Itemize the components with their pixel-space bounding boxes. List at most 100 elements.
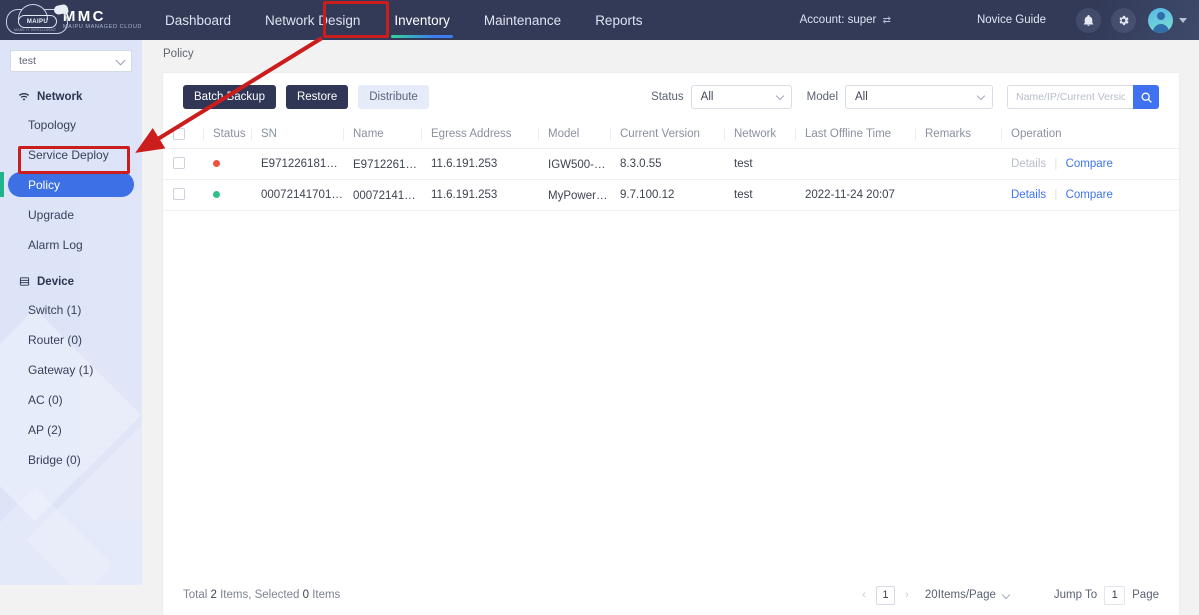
row-egress-address: 11.6.191.253: [421, 148, 538, 180]
table-header-model: Model: [538, 121, 610, 149]
table-row[interactable]: E971226181500007 E971226181⋯ 11.6.191.25…: [163, 148, 1179, 180]
sidebar-item-alarm-log[interactable]: Alarm Log: [8, 232, 134, 257]
page-number-1[interactable]: 1: [875, 585, 895, 605]
row-name: E971226181⋯: [343, 148, 421, 180]
nav-item-maintenance[interactable]: Maintenance: [467, 0, 578, 40]
table-header-network: Network: [724, 121, 795, 149]
row-status-cell: [203, 148, 251, 180]
select-all-checkbox[interactable]: [173, 128, 185, 141]
sidebar-item-router[interactable]: Router (0): [8, 327, 134, 352]
sidebar-item-gateway[interactable]: Gateway (1): [8, 357, 134, 382]
search-box: [1007, 85, 1159, 109]
total-count: 2: [210, 589, 217, 601]
table-footer: Total 2 Items, Selected 0 Items ‹ 1 › 20…: [163, 575, 1179, 615]
chevron-down-icon: [775, 91, 784, 101]
compare-link[interactable]: Compare: [1066, 189, 1113, 201]
batch-backup-button[interactable]: Batch Backup: [183, 85, 276, 109]
main-content: Policy Batch Backup Restore Distribute S…: [142, 40, 1199, 615]
row-network: test: [724, 148, 795, 180]
chevron-down-icon: [1001, 590, 1011, 600]
breadcrumb: Policy: [163, 47, 194, 60]
sidebar-group-header-device: Device: [0, 271, 142, 292]
status-filter-select[interactable]: All: [690, 85, 792, 109]
brand-name: MMC: [62, 8, 106, 26]
sidebar-item-ac[interactable]: AC (0): [8, 387, 134, 412]
sidebar-item-upgrade[interactable]: Upgrade: [8, 202, 134, 227]
table-row[interactable]: 0007214170100004 0007214170⋯ 11.6.191.25…: [163, 179, 1179, 211]
search-input[interactable]: [1007, 85, 1133, 109]
bell-icon[interactable]: [1076, 7, 1101, 33]
account-switcher[interactable]: Account: super ⇄: [800, 14, 891, 26]
restore-button[interactable]: Restore: [285, 85, 349, 109]
table-header-last-offline-time: Last Offline Time: [795, 121, 915, 149]
cloud-logo-icon: MAIPU MAKE IT INTELLIGENT: [6, 3, 69, 37]
logo-mark-subtext: MAKE IT INTELLIGENT: [14, 28, 57, 32]
row-remarks: [915, 179, 1001, 211]
chevron-down-icon: [1179, 17, 1187, 23]
policy-table: Status SN Name Egress Address Model Curr…: [163, 121, 1179, 211]
row-network: test: [724, 179, 795, 211]
avatar: [1148, 7, 1173, 33]
row-checkbox-cell: [163, 148, 203, 180]
nav-item-inventory[interactable]: Inventory: [377, 0, 467, 40]
selection-summary: Total 2 Items, Selected 0 Items: [183, 589, 341, 601]
row-sn: 0007214170100004: [251, 179, 343, 211]
prev-page-button[interactable]: ‹: [856, 585, 872, 605]
header-right-tools: Account: super ⇄ Novice Guide: [800, 0, 1199, 40]
page-label: Page: [1132, 589, 1159, 601]
row-last-offline-time: [795, 148, 915, 180]
nav-item-dashboard[interactable]: Dashboard: [148, 0, 248, 40]
toolbar: Batch Backup Restore Distribute Status A…: [163, 73, 1179, 121]
table-header-row: Status SN Name Egress Address Model Curr…: [163, 121, 1179, 149]
app-logo[interactable]: MAIPU MAKE IT INTELLIGENT MMC MAIPU MANA…: [0, 0, 142, 40]
details-link: Details: [1011, 157, 1047, 170]
logo-mark-text: MAIPU: [26, 18, 49, 25]
row-remarks: [915, 148, 1001, 180]
row-last-offline-time: 2022-11-24 20:07: [795, 179, 915, 211]
brand-tagline: MAIPU MANAGED CLOUD: [62, 23, 142, 30]
sidebar-item-topology[interactable]: Topology: [8, 112, 134, 137]
chevron-down-icon: [976, 91, 986, 101]
site-selector-value: test: [19, 55, 36, 67]
table-header-sn: SN: [251, 121, 343, 149]
gear-icon[interactable]: [1111, 7, 1136, 33]
wifi-icon: [18, 91, 30, 103]
operation-separator: |: [1054, 188, 1058, 201]
search-button[interactable]: [1133, 85, 1159, 109]
jump-to-input[interactable]: [1104, 585, 1126, 605]
site-selector[interactable]: test: [10, 50, 132, 72]
row-sn: E971226181500007: [251, 148, 343, 180]
row-checkbox[interactable]: [173, 188, 185, 201]
compare-link[interactable]: Compare: [1066, 158, 1113, 170]
sidebar-item-ap[interactable]: AP (2): [8, 417, 134, 442]
row-status-cell: [203, 179, 251, 211]
row-operation: Details | Compare: [1001, 179, 1179, 211]
jump-to-label: Jump To: [1053, 589, 1098, 601]
sidebar-item-service-deploy[interactable]: Service Deploy: [8, 142, 134, 167]
swap-icon: ⇄: [882, 15, 891, 26]
page-size-select[interactable]: 20Items/Page: [925, 589, 1011, 601]
model-filter-select[interactable]: All: [845, 85, 993, 109]
sidebar-item-switch[interactable]: Switch (1): [8, 297, 134, 322]
table-header-status: Status: [203, 121, 251, 149]
sidebar-item-bridge[interactable]: Bridge (0): [8, 447, 134, 472]
model-filter-value: All: [855, 91, 868, 103]
nav-item-network-design[interactable]: Network Design: [248, 0, 377, 40]
table-header-egress-address: Egress Address: [421, 121, 538, 149]
next-page-button[interactable]: ›: [899, 585, 915, 605]
distribute-button[interactable]: Distribute: [358, 85, 429, 109]
sidebar-group-device: Device Switch (1) Router (0) Gateway (1)…: [0, 271, 142, 472]
row-checkbox-cell: [163, 179, 203, 211]
row-checkbox[interactable]: [173, 157, 185, 170]
status-badge: [213, 159, 220, 167]
chevron-down-icon: [115, 55, 126, 66]
status-filter-label: Status: [651, 91, 684, 103]
novice-guide-link[interactable]: Novice Guide: [977, 14, 1046, 26]
pagination: ‹ 1 › 20Items/Page Jump To Page: [856, 585, 1159, 605]
operation-separator: |: [1054, 157, 1058, 170]
details-link[interactable]: Details: [1011, 189, 1046, 201]
nav-item-reports[interactable]: Reports: [578, 0, 659, 40]
sidebar-item-policy[interactable]: Policy: [0, 172, 134, 197]
policy-panel: Batch Backup Restore Distribute Status A…: [163, 73, 1179, 615]
user-menu[interactable]: [1148, 7, 1187, 33]
